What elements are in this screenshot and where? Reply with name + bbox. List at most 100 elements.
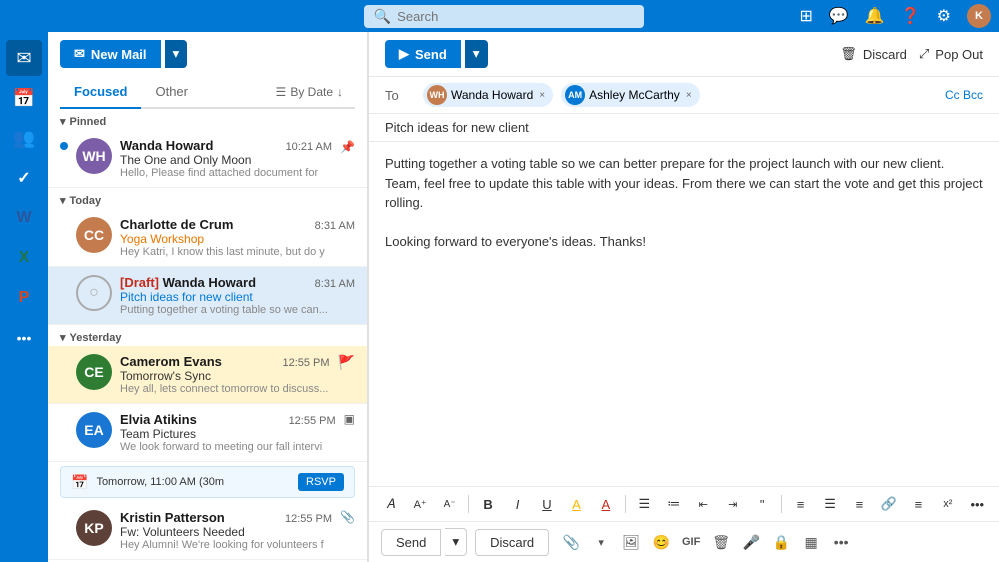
quote-button[interactable]: " bbox=[748, 491, 775, 517]
more-bottom-button[interactable]: ••• bbox=[827, 528, 855, 556]
sender-name: [Draft] Wanda Howard bbox=[120, 275, 256, 290]
chat-icon[interactable]: 💬 bbox=[829, 6, 849, 26]
mail-item[interactable]: KP Kristin Patterson 12:55 PM Fw: Volunt… bbox=[48, 502, 367, 560]
mail-time: 10:21 AM bbox=[286, 141, 332, 153]
bottom-discard-button[interactable]: Discard bbox=[475, 529, 549, 556]
collapse-icon: ▾ bbox=[60, 194, 66, 207]
mail-time: 12:55 PM bbox=[282, 357, 329, 369]
delete-button[interactable]: 🗑 bbox=[707, 528, 735, 556]
recipient-chip-wanda[interactable]: WH Wanda Howard × bbox=[423, 83, 553, 107]
align-right-button[interactable]: ≡ bbox=[846, 491, 873, 517]
send-dropdown[interactable]: ▾ bbox=[465, 40, 488, 68]
avatar: KP bbox=[76, 510, 112, 546]
rsvp-button[interactable]: RSVP bbox=[298, 473, 344, 491]
attach-dropdown[interactable]: ▾ bbox=[587, 528, 615, 556]
rail-excel[interactable]: X bbox=[6, 240, 42, 276]
apps-icon[interactable]: ⊞ bbox=[799, 6, 812, 26]
compose-panel: ▶ Send ▾ 🗑 Discard ⤢ Pop Out To bbox=[368, 32, 999, 562]
align-left-button[interactable]: ≡ bbox=[787, 491, 814, 517]
rail-calendar[interactable]: 📅 bbox=[6, 80, 42, 116]
rail-ppt[interactable]: P bbox=[6, 280, 42, 316]
section-pinned[interactable]: ▾ Pinned bbox=[48, 109, 367, 130]
compose-body[interactable]: Putting together a voting table so we ca… bbox=[369, 142, 999, 486]
section-today[interactable]: ▾ Today bbox=[48, 188, 367, 209]
sender-name: Elvia Atikins bbox=[120, 412, 197, 427]
mail-subject: Pitch ideas for new client bbox=[120, 290, 355, 304]
bullets-button[interactable]: ☰ bbox=[631, 491, 658, 517]
avatar[interactable]: K bbox=[967, 4, 991, 28]
search-icon: 🔍 bbox=[374, 8, 391, 25]
rail-people[interactable]: 👥 bbox=[6, 120, 42, 156]
mail-content: Charlotte de Crum 8:31 AM Yoga Workshop … bbox=[120, 217, 355, 258]
superscript-button[interactable]: x² bbox=[934, 491, 961, 517]
section-yesterday[interactable]: ▾ Yesterday bbox=[48, 325, 367, 346]
voice-button[interactable]: 🎤 bbox=[737, 528, 765, 556]
indent-inc-button[interactable]: ⇥ bbox=[719, 491, 746, 517]
rail-more-apps[interactable]: ••• bbox=[6, 320, 42, 356]
bottom-send-dropdown[interactable]: ▾ bbox=[445, 528, 467, 556]
compose-actions-left: ▶ Send ▾ bbox=[385, 40, 488, 68]
table-button[interactable]: ▦ bbox=[797, 528, 825, 556]
subject-field[interactable]: Pitch ideas for new client bbox=[369, 114, 999, 142]
help-icon[interactable]: ❓ bbox=[901, 6, 921, 26]
search-input[interactable]: Search bbox=[397, 9, 597, 24]
style-button[interactable]: 𝐴 bbox=[377, 491, 404, 517]
mail-time: 12:55 PM bbox=[285, 513, 332, 525]
clip-icon: ▣ bbox=[344, 412, 355, 453]
sort-icon: ↓ bbox=[337, 85, 343, 99]
new-mail-dropdown[interactable]: ▾ bbox=[165, 40, 188, 68]
mail-subject: Tomorrow's Sync bbox=[120, 369, 330, 383]
settings-icon[interactable]: ⚙ bbox=[937, 6, 951, 26]
font-size-up[interactable]: A⁺ bbox=[406, 491, 433, 517]
bell-icon[interactable]: 🔔 bbox=[865, 6, 885, 26]
recipient-chip-ashley[interactable]: AM Ashley McCarthy × bbox=[561, 83, 700, 107]
search-box[interactable]: 🔍 Search bbox=[364, 5, 644, 28]
compose-actions-right: 🗑 Discard ⤢ Pop Out bbox=[840, 46, 983, 62]
filter-row[interactable]: ☰ By Date ↓ bbox=[264, 81, 355, 103]
italic-button[interactable]: I bbox=[504, 491, 531, 517]
sender-name: Wanda Howard bbox=[120, 138, 213, 153]
read-spacer bbox=[60, 412, 68, 453]
titlebar: 🔍 Search ⊞ 💬 🔔 ❓ ⚙ K bbox=[0, 0, 999, 32]
font-color-button[interactable]: A bbox=[592, 491, 619, 517]
highlight-button[interactable]: A bbox=[563, 491, 590, 517]
image-button[interactable]: 🖼 bbox=[617, 528, 645, 556]
tab-focused[interactable]: Focused bbox=[60, 76, 141, 109]
discard-button[interactable]: 🗑 Discard bbox=[840, 46, 907, 62]
rail-word[interactable]: W bbox=[6, 200, 42, 236]
align-center-button[interactable]: ☰ bbox=[816, 491, 843, 517]
underline-button[interactable]: U bbox=[533, 491, 560, 517]
send-button[interactable]: ▶ Send bbox=[385, 40, 461, 68]
rail-todo[interactable]: ✓ bbox=[6, 160, 42, 196]
mail-time: 8:31 AM bbox=[315, 220, 355, 232]
cc-bcc-button[interactable]: Cc Bcc bbox=[945, 88, 983, 102]
font-size-down[interactable]: A⁻ bbox=[436, 491, 463, 517]
remove-recipient-ashley[interactable]: × bbox=[686, 90, 692, 101]
remove-recipient-wanda[interactable]: × bbox=[539, 90, 545, 101]
link-button[interactable]: 🔗 bbox=[875, 491, 902, 517]
attach-button[interactable]: 📎 bbox=[557, 528, 585, 556]
bold-button[interactable]: B bbox=[474, 491, 501, 517]
new-mail-button[interactable]: ✉ New Mail bbox=[60, 40, 161, 68]
more-format-button[interactable]: ••• bbox=[964, 491, 991, 517]
mail-item[interactable]: CE Camerom Evans 12:55 PM Tomorrow's Syn… bbox=[48, 346, 367, 404]
unread-indicator bbox=[60, 142, 68, 150]
mail-item[interactable]: CC Charlotte de Crum 8:31 AM Yoga Worksh… bbox=[48, 209, 367, 267]
bottom-send-button[interactable]: Send bbox=[381, 529, 441, 556]
numbering-button[interactable]: ≔ bbox=[660, 491, 687, 517]
popout-button[interactable]: ⤢ Pop Out bbox=[919, 46, 983, 62]
tab-other[interactable]: Other bbox=[141, 76, 202, 109]
mail-subject: Yoga Workshop bbox=[120, 232, 355, 246]
mail-item[interactable]: WH Wanda Howard 10:21 AM The One and Onl… bbox=[48, 130, 367, 188]
gif-button[interactable]: GIF bbox=[677, 528, 705, 556]
rail-mail[interactable]: ✉ bbox=[6, 40, 42, 76]
encrypt-button[interactable]: 🔒 bbox=[767, 528, 795, 556]
indent-dec-button[interactable]: ⇤ bbox=[690, 491, 717, 517]
more-align-button[interactable]: ≡ bbox=[905, 491, 932, 517]
emoji-button[interactable]: 😊 bbox=[647, 528, 675, 556]
mail-preview: Hello, Please find attached document for bbox=[120, 167, 332, 179]
mail-item-selected[interactable]: ○ [Draft] Wanda Howard 8:31 AM Pitch ide… bbox=[48, 267, 367, 325]
mail-preview: Hey Alumni! We're looking for volunteers… bbox=[120, 539, 332, 551]
mail-item[interactable]: EA Elvia Atikins 12:55 PM Team Pictures … bbox=[48, 404, 367, 462]
chevron-down-icon: ▾ bbox=[473, 46, 480, 61]
